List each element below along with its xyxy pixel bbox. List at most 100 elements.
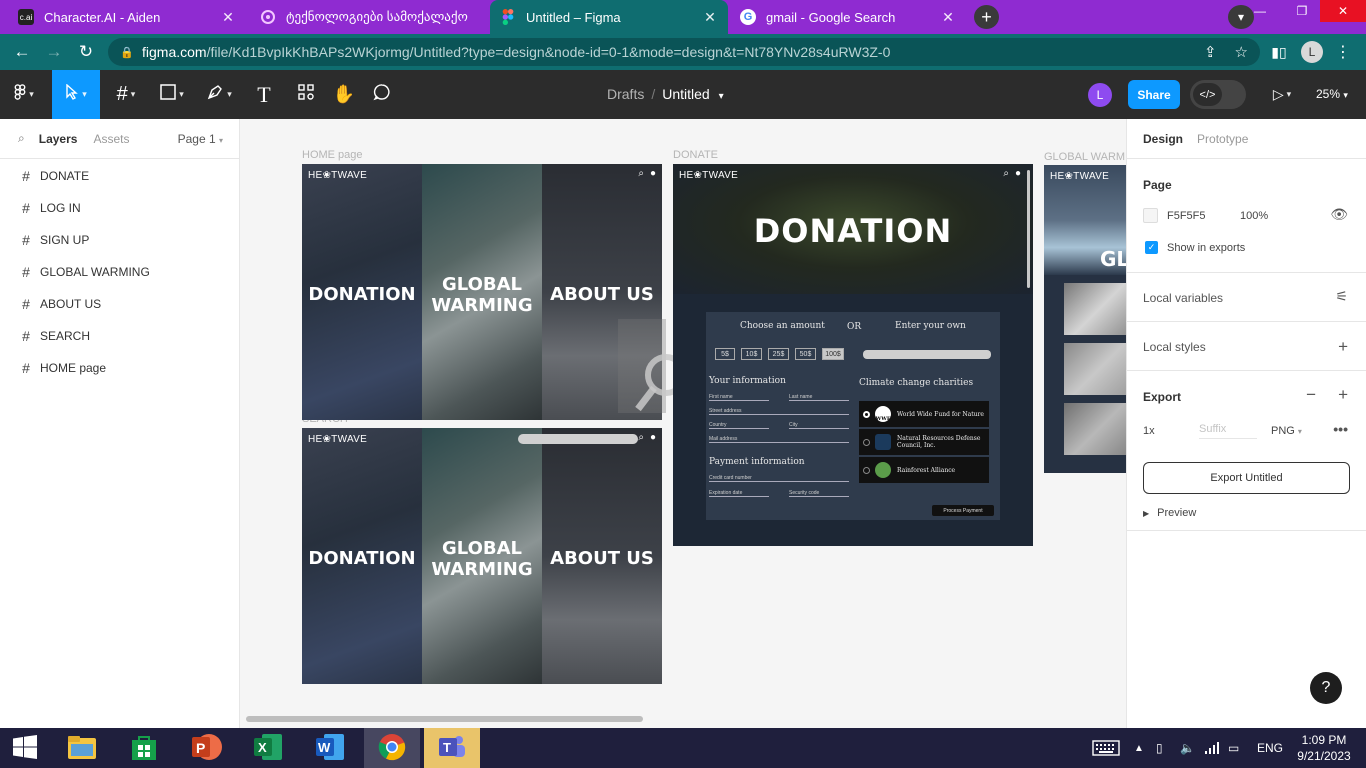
export-suffix-input[interactable]: Suffix (1199, 423, 1257, 439)
chevron-down-icon: ▾ (1297, 427, 1302, 436)
tab-google-search[interactable]: G gmail - Google Search ✕ (730, 0, 966, 34)
system-clock[interactable]: 1:09 PM 9/21/2023 (1290, 732, 1358, 764)
sliders-icon[interactable]: ⚟ (1335, 288, 1348, 305)
layer-item-home-page[interactable]: # HOME page (0, 352, 239, 384)
device-icon[interactable]: ▯ (1156, 728, 1163, 768)
network-signal-icon[interactable] (1204, 728, 1220, 768)
preview-toggle[interactable]: ▶ Preview (1143, 507, 1196, 519)
frame-label-home[interactable]: HOME page (302, 149, 363, 161)
taskbar-teams[interactable]: T (424, 728, 480, 768)
plus-icon[interactable]: + (1338, 337, 1348, 357)
restore-icon[interactable]: ❐ (1282, 0, 1322, 22)
export-heading: Export (1143, 390, 1182, 404)
layer-item-sign-up[interactable]: # SIGN UP (0, 224, 239, 256)
new-tab-button[interactable]: + (974, 5, 999, 29)
reload-icon[interactable]: ↻ (75, 41, 97, 63)
search-icon[interactable]: ⌕ (18, 131, 25, 146)
profile-avatar[interactable]: L (1301, 41, 1323, 63)
page-selector[interactable]: Page 1 ▾ (178, 132, 223, 146)
battery-icon[interactable]: ▭ (1228, 728, 1239, 768)
forward-arrow-icon[interactable]: → (43, 41, 65, 63)
taskbar-chrome[interactable] (364, 728, 420, 768)
export-button[interactable]: Export Untitled (1143, 462, 1350, 494)
keyboard-icon[interactable] (1092, 728, 1120, 768)
checkbox-checked-icon[interactable]: ✓ (1145, 241, 1158, 254)
frame-tool-button[interactable]: # ▾ (106, 70, 146, 119)
tab-figma[interactable]: Untitled – Figma ✕ (490, 0, 728, 34)
plus-icon[interactable]: + (1338, 385, 1348, 405)
minus-icon[interactable]: − (1306, 385, 1316, 405)
drafts-link[interactable]: Drafts (607, 86, 644, 102)
layer-item-search[interactable]: # SEARCH (0, 320, 239, 352)
share-page-icon[interactable]: ⇪ (1204, 43, 1217, 61)
canvas-horizontal-scrollbar[interactable] (246, 716, 643, 722)
layer-item-global-warming[interactable]: # GLOBAL WARMING (0, 256, 239, 288)
show-hidden-icons-chevron-icon[interactable]: ▲ (1134, 728, 1144, 768)
layer-item-donate[interactable]: # DONATE (0, 160, 239, 192)
tab-layers[interactable]: Layers (39, 132, 78, 146)
url-input[interactable]: 🔒 figma.com/file/Kd1BvpIkKhBAPs2WKjormg/… (108, 38, 1260, 66)
minimize-icon[interactable]: — (1240, 0, 1280, 22)
pen-tool-button[interactable]: ▾ (198, 70, 240, 119)
taskbar-microsoft-store[interactable] (116, 728, 172, 768)
zoom-level[interactable]: 25% ▾ (1316, 87, 1348, 101)
export-scale-select[interactable]: 1x (1143, 425, 1199, 437)
taskbar-powerpoint[interactable]: P (178, 728, 234, 768)
close-icon[interactable]: ✕ (940, 9, 956, 26)
frame-label-donate[interactable]: DONATE (673, 149, 718, 161)
tab-title: Untitled – Figma (526, 9, 621, 25)
tab-prototype[interactable]: Prototype (1197, 132, 1248, 146)
dev-mode-toggle[interactable]: </> (1190, 80, 1246, 109)
taskbar-excel[interactable]: X (240, 728, 296, 768)
taskbar-file-explorer[interactable] (54, 728, 110, 768)
side-panel-icon[interactable]: ▮▯ (1268, 41, 1290, 63)
tab-design[interactable]: Design (1143, 132, 1183, 146)
home-page-frame[interactable]: DONATION GLOBAL WARMING ABOUT US HE❀TWAV… (302, 164, 662, 420)
local-variables-section[interactable]: Local variables ⚟ (1127, 273, 1366, 322)
file-name-button[interactable]: Untitled (662, 86, 709, 102)
back-arrow-icon[interactable]: ← (11, 41, 33, 63)
frame-label-global-warming[interactable]: GLOBAL WARMING (1044, 151, 1126, 163)
close-icon[interactable]: ✕ (702, 9, 718, 26)
search-page-frame[interactable]: DONATION GLOBAL WARMING ABOUT US HE❀TWAV… (302, 428, 662, 684)
shape-tool-button[interactable]: ▾ (152, 70, 192, 119)
figma-main-menu-button[interactable]: ▾ (0, 70, 48, 119)
move-tool-button[interactable]: ▾ (52, 70, 100, 119)
chevron-down-icon[interactable]: ▾ (719, 91, 724, 102)
field-street-address: Street address (709, 408, 849, 415)
color-swatch[interactable] (1143, 208, 1158, 223)
more-dots-icon[interactable]: ••• (1333, 421, 1348, 437)
eye-icon[interactable]: 👁 (1330, 206, 1348, 223)
donate-page-frame[interactable]: HE❀TWAVE ⌕ ● DONATION Choose an amount OR… (673, 164, 1033, 546)
windows-start-button[interactable] (0, 728, 50, 768)
layer-item-about-us[interactable]: # ABOUT US (0, 288, 239, 320)
comment-tool-button[interactable] (366, 70, 398, 119)
user-avatar[interactable]: L (1088, 83, 1112, 107)
page-color-value[interactable]: F5F5F5 (1167, 210, 1240, 222)
bookmark-star-icon[interactable]: ☆ (1235, 43, 1248, 61)
help-button[interactable]: ? (1310, 672, 1342, 704)
text-tool-button[interactable]: T (248, 70, 280, 119)
taskbar-word[interactable]: W (302, 728, 358, 768)
tab-georgian-site[interactable]: ტექნოლოგიები სამოქალაქო (250, 0, 484, 34)
input-language[interactable]: ENG (1257, 728, 1283, 768)
resources-tool-button[interactable] (290, 70, 322, 119)
volume-icon[interactable]: 🔈 (1180, 728, 1195, 768)
design-canvas[interactable]: HOME page DONATE GLOBAL WARMING SEARCH D… (240, 119, 1126, 728)
global-warming-page-frame[interactable]: HE❀TWAVE GL (1044, 165, 1126, 473)
tab-assets[interactable]: Assets (93, 132, 129, 146)
export-format-select[interactable]: PNG ▾ (1271, 425, 1302, 437)
present-button[interactable]: ▷ ▾ (1262, 70, 1302, 119)
page-opacity-value[interactable]: 100% (1240, 210, 1268, 222)
field-country: Country (709, 422, 769, 429)
layer-list: # DONATE # LOG IN # SIGN UP # GLOBAL WARMING… (0, 159, 239, 384)
share-button[interactable]: Share (1128, 80, 1180, 109)
hand-tool-button[interactable]: ✋ (328, 70, 360, 119)
lock-icon[interactable]: 🔒 (120, 46, 134, 59)
window-close-icon[interactable]: ✕ (1320, 0, 1366, 22)
site-logo: HE❀TWAVE (1050, 171, 1110, 182)
layer-item-log-in[interactable]: # LOG IN (0, 192, 239, 224)
browser-menu-icon[interactable]: ⋮ (1332, 41, 1354, 63)
tab-character-ai[interactable]: c.ai Character.AI - Aiden ✕ (8, 0, 246, 34)
close-icon[interactable]: ✕ (220, 9, 236, 26)
